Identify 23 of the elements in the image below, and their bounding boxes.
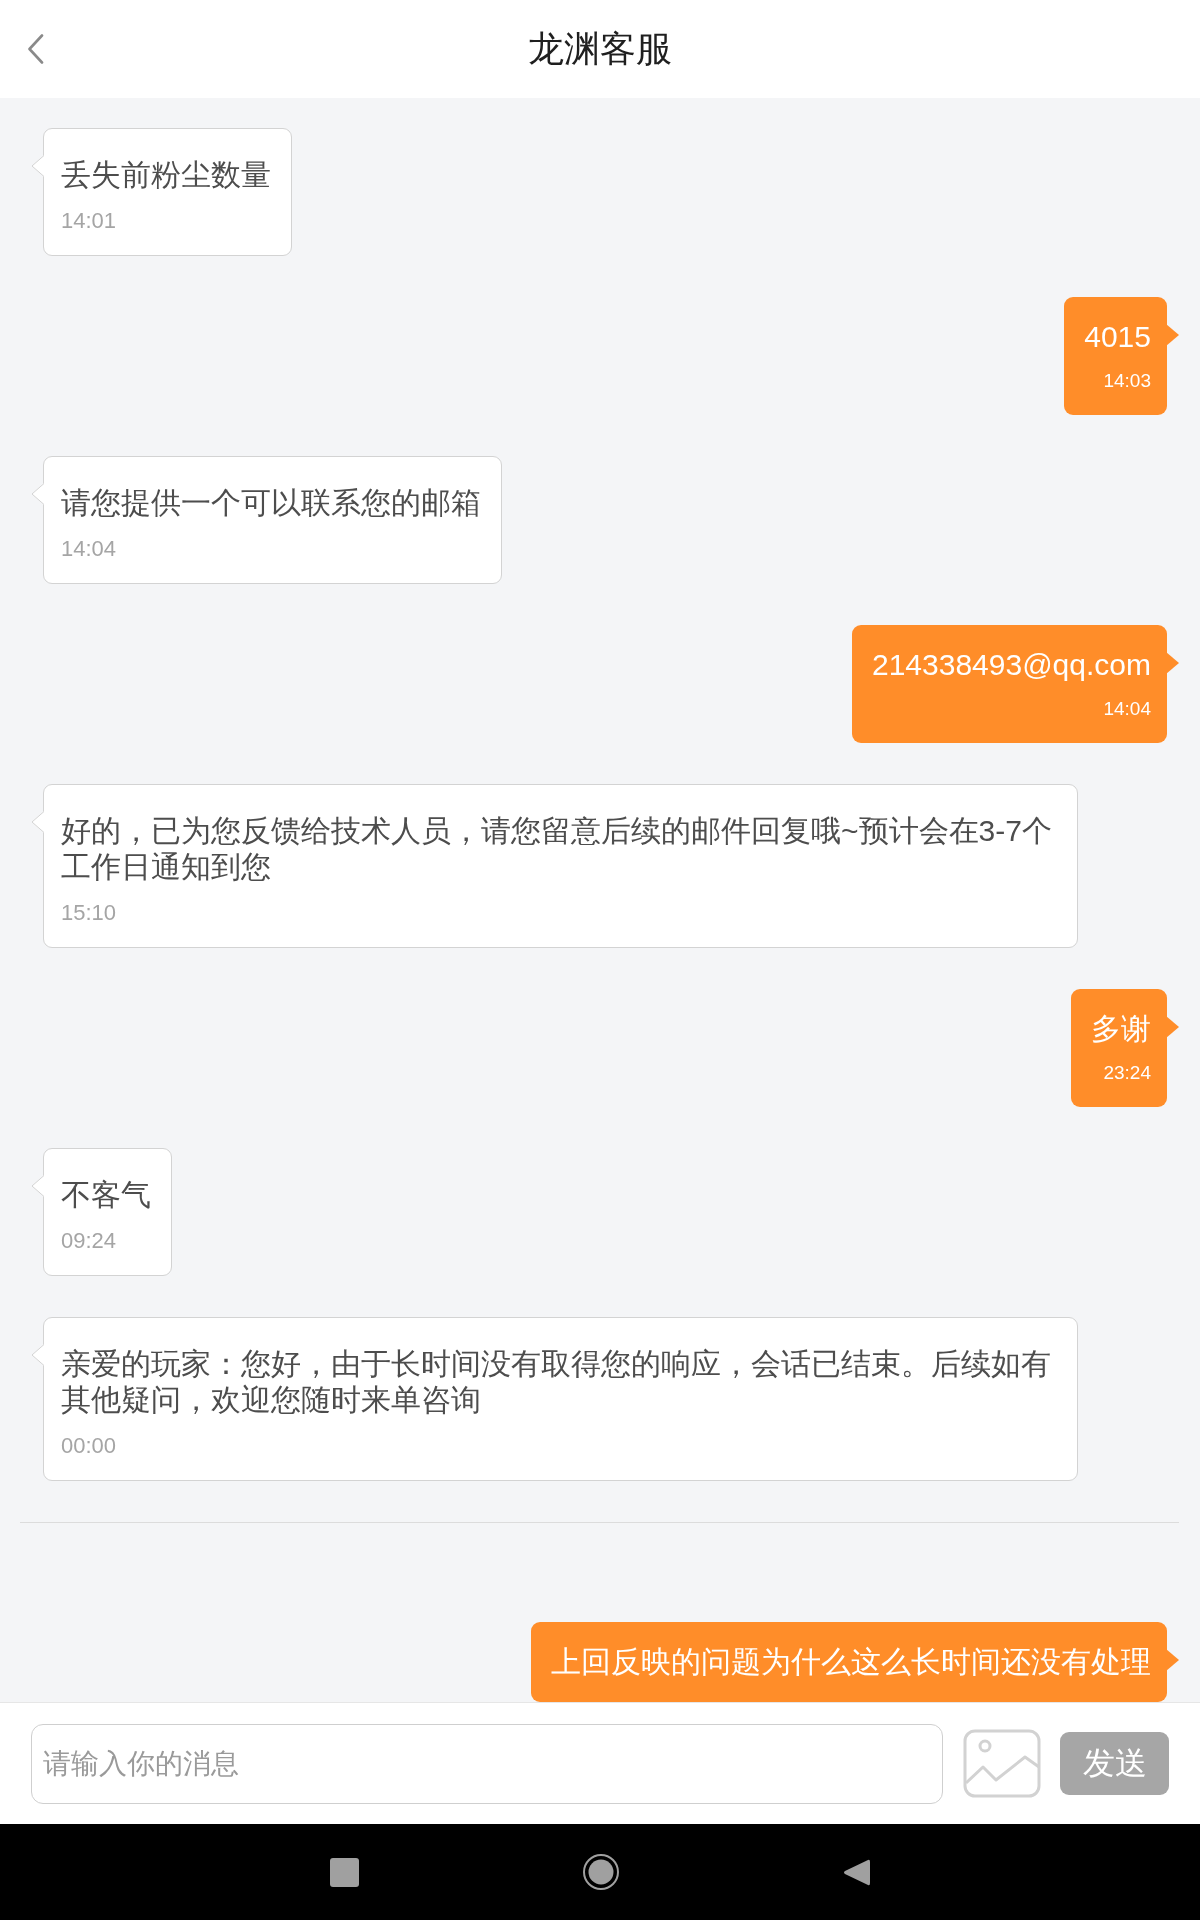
message-text: 214338493@qq.com <box>872 647 1151 683</box>
message-text: 上回反映的问题为什么这么长时间还没有处理 <box>551 1644 1151 1680</box>
message-text: 请您提供一个可以联系您的邮箱 <box>61 485 481 521</box>
circle-icon[interactable] <box>583 1854 619 1890</box>
triangle-icon[interactable] <box>843 1857 870 1887</box>
message-time: 14:04 <box>61 535 117 563</box>
message-time: 23:24 <box>1103 1061 1151 1085</box>
message-time: 15:10 <box>61 899 117 927</box>
message-time: 09:24 <box>61 1227 117 1255</box>
message-text: 好的，已为您反馈给技术人员，请您留意后续的邮件回复哦~预计会在3-7个工作日通知到您 <box>61 813 1053 885</box>
chevron-left-icon[interactable] <box>27 34 44 64</box>
message-time: 14:01 <box>61 207 117 235</box>
message-text: 亲爱的玩家：您好，由于长时间没有取得您的响应，会话已结束。后续如有其他疑问，欢迎您随时来单咨询 <box>61 1346 1052 1418</box>
message-time: 14:04 <box>1103 697 1151 721</box>
message-text: 多谢 <box>1091 1011 1151 1047</box>
message-time: 00:00 <box>61 1432 117 1460</box>
chat-title: 龙渊客服 <box>528 27 672 71</box>
message-input[interactable]: 请输入你的消息 <box>31 1723 943 1804</box>
square-icon[interactable] <box>330 1857 359 1887</box>
message-text: 丢失前粉尘数量 <box>61 157 271 193</box>
message-text: 4015 <box>1084 319 1151 355</box>
message-text: 不客气 <box>61 1177 151 1213</box>
message-time: 14:03 <box>1103 369 1151 393</box>
